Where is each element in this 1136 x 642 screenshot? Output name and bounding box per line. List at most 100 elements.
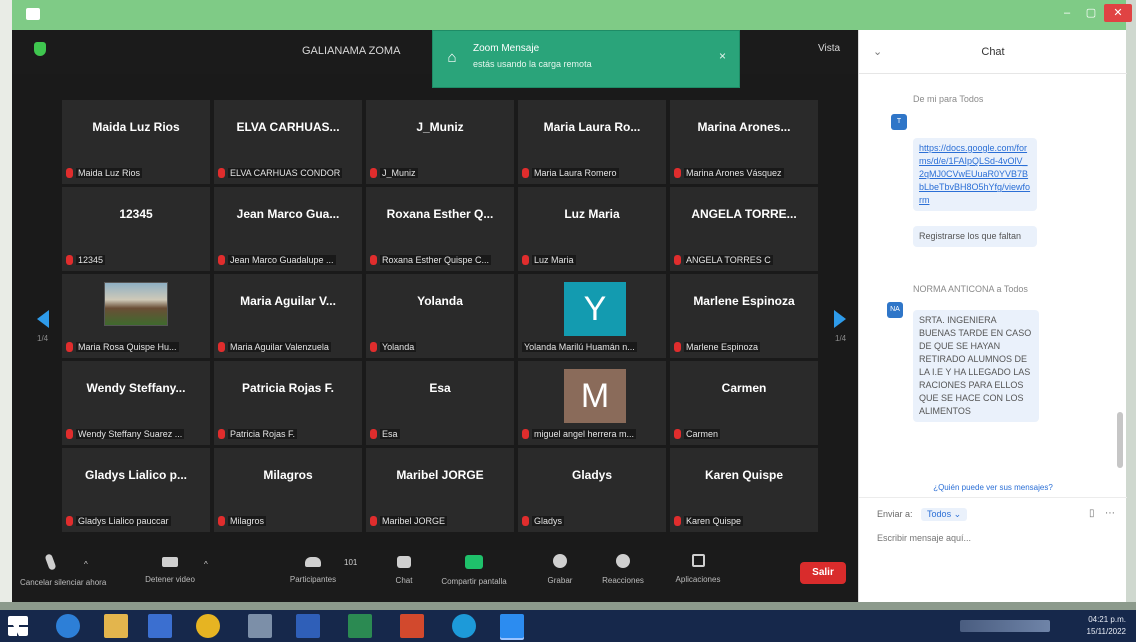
apps-button[interactable]: Aplicaciones — [666, 554, 730, 584]
participant-tile[interactable]: Mmiguel angel herrera m... — [518, 361, 666, 445]
participant-label: Maria Rosa Quispe Hu... — [76, 342, 179, 352]
participant-tile[interactable]: Yolanda Yolanda — [366, 274, 514, 358]
internet-explorer-icon[interactable] — [56, 614, 80, 638]
participant-display-name: Milagros — [263, 468, 313, 482]
mic-muted-icon — [66, 342, 73, 352]
video-options-chevron-icon[interactable]: ^ — [204, 560, 208, 569]
desktop-left-edge — [0, 0, 12, 610]
mic-muted-icon — [370, 255, 377, 265]
participant-tile[interactable]: Maribel JORGE Maribel JORGE — [366, 448, 514, 532]
who-can-see-link[interactable]: ¿Quién puede ver sus mensajes? — [859, 478, 1127, 498]
share-screen-button[interactable]: Compartir pantalla — [432, 554, 516, 586]
participant-label: Maribel JORGE — [380, 516, 448, 526]
record-label: Grabar — [547, 576, 573, 585]
participant-display-name: Marina Arones... — [697, 120, 791, 134]
participant-photo — [104, 282, 168, 326]
edge-icon[interactable] — [452, 614, 476, 638]
participant-tile[interactable]: Esa Esa — [366, 361, 514, 445]
chat-button[interactable]: Chat — [384, 554, 424, 585]
close-window-button[interactable]: ✕ — [1104, 4, 1132, 22]
system-tray-icons[interactable] — [960, 620, 1050, 632]
participant-tile[interactable]: ANGELA TORRE... ANGELA TORRES C — [670, 187, 818, 271]
reactions-button[interactable]: Reacciones — [592, 554, 654, 585]
participant-label: Wendy Steffany Suarez ... — [76, 429, 185, 439]
chat-message: SRTA. INGENIERA BUENAS TARDE EN CASO DE … — [913, 310, 1039, 423]
zoom-app-icon — [26, 8, 40, 20]
participant-footer: Maria Rosa Quispe Hu... — [66, 340, 206, 354]
participant-display-name: Carmen — [721, 381, 767, 395]
previous-page-arrow-icon[interactable] — [37, 310, 49, 328]
participant-tile[interactable]: Carmen Carmen — [670, 361, 818, 445]
mic-muted-icon — [522, 168, 529, 178]
participant-tile[interactable]: Wendy Steffany... Wendy Steffany Suarez .… — [62, 361, 210, 445]
participant-tile[interactable]: J_Muniz J_Muniz — [366, 100, 514, 184]
mic-muted-icon — [66, 516, 73, 526]
stop-video-button[interactable]: Detener video — [140, 554, 200, 584]
participant-tile[interactable]: Patricia Rojas F. Patricia Rojas F. — [214, 361, 362, 445]
participant-footer: ELVA CARHUAS CONDOR — [218, 166, 358, 180]
audio-options-chevron-icon[interactable]: ^ — [84, 560, 88, 569]
recipient-dropdown[interactable]: Todos ⌄ — [921, 508, 968, 521]
chat-scrollbar[interactable] — [1117, 412, 1123, 468]
file-explorer-icon[interactable] — [104, 614, 128, 638]
participant-footer: Marlene Espinoza — [674, 340, 814, 354]
participants-count-badge: 101 — [344, 558, 358, 567]
zoom-taskbar-icon[interactable] — [500, 614, 524, 638]
window-titlebar[interactable]: – ▢ ✕ — [12, 0, 1132, 30]
maximize-button[interactable]: ▢ — [1080, 4, 1102, 22]
participant-tile[interactable]: Maria Rosa Quispe Hu... — [62, 274, 210, 358]
mic-muted-icon — [66, 168, 73, 178]
clock-date: 15/11/2022 — [1086, 627, 1126, 636]
next-page-arrow-icon[interactable] — [834, 310, 846, 328]
view-button[interactable]: Vista — [818, 43, 840, 54]
excel-icon[interactable] — [348, 614, 372, 638]
minimize-button[interactable]: – — [1056, 4, 1078, 22]
mic-muted-icon — [218, 342, 225, 352]
participant-tile[interactable]: Marlene Espinoza Marlene Espinoza — [670, 274, 818, 358]
unmute-button[interactable]: Cancelar silenciar ahora — [20, 553, 106, 587]
notification-close-icon[interactable]: × — [719, 49, 726, 63]
participant-tile[interactable]: Marina Arones... Marina Arones Vásquez — [670, 100, 818, 184]
more-options-icon[interactable]: ⋯ — [1105, 508, 1115, 519]
desktop-right-edge — [1126, 0, 1136, 610]
participant-tile[interactable]: Maria Aguilar V... Maria Aguilar Valenzue… — [214, 274, 362, 358]
chat-link[interactable]: https://docs.google.com/forms/d/e/1FAIpQ… — [913, 138, 1037, 212]
participant-tile[interactable]: ELVA CARHUAS... ELVA CARHUAS CONDOR — [214, 100, 362, 184]
participant-label: Gladys Lialico pauccar — [76, 516, 171, 526]
participant-footer: Maribel JORGE — [370, 514, 510, 528]
record-button[interactable]: Grabar — [540, 554, 580, 585]
word-icon[interactable] — [296, 614, 320, 638]
notification-icon: ⌂ — [447, 49, 457, 66]
participant-label: Luz Maria — [532, 255, 576, 265]
participant-footer: Gladys — [522, 514, 662, 528]
participant-label: Maida Luz Rios — [76, 168, 143, 178]
participant-tile[interactable]: Roxana Esther Q... Roxana Esther Quispe C… — [366, 187, 514, 271]
chat-message-input[interactable] — [877, 528, 1113, 548]
mic-muted-icon — [218, 429, 225, 439]
notification-toast[interactable]: ⌂ Zoom Mensaje estás usando la carga rem… — [432, 30, 740, 88]
taskbar-clock[interactable]: 04:21 p.m. 15/11/2022 — [1070, 614, 1126, 638]
participant-tile[interactable]: Y Yolanda Marilú Huamán n... — [518, 274, 666, 358]
message-sender: De mi para Todos — [913, 94, 984, 104]
participant-tile[interactable]: Luz Maria Luz Maria — [518, 187, 666, 271]
chrome-icon[interactable] — [196, 614, 220, 638]
paint-icon[interactable] — [248, 614, 272, 638]
file-attach-icon[interactable]: ▯ — [1089, 508, 1095, 519]
participant-tile[interactable]: 12345 12345 — [62, 187, 210, 271]
powerpoint-icon[interactable] — [400, 614, 424, 638]
participant-tile[interactable]: Gladys Lialico p... Gladys Lialico paucca… — [62, 448, 210, 532]
participant-footer: 12345 — [66, 253, 206, 267]
participant-tile[interactable]: Maria Laura Ro... Maria Laura Romero — [518, 100, 666, 184]
participants-button[interactable]: Participantes — [286, 554, 340, 584]
leave-meeting-button[interactable]: Salir — [800, 562, 846, 584]
participant-tile[interactable]: Milagros Milagros — [214, 448, 362, 532]
windows-start-icon[interactable] — [8, 616, 28, 636]
participant-tile[interactable]: Maida Luz Rios Maida Luz Rios — [62, 100, 210, 184]
participant-tile[interactable]: Karen Quispe Karen Quispe — [670, 448, 818, 532]
mic-muted-icon — [522, 516, 529, 526]
store-icon[interactable] — [148, 614, 172, 638]
participant-tile[interactable]: Gladys Gladys — [518, 448, 666, 532]
reactions-label: Reacciones — [602, 576, 644, 585]
participant-tile[interactable]: Jean Marco Gua... Jean Marco Guadalupe ..… — [214, 187, 362, 271]
security-shield-icon[interactable] — [34, 42, 46, 56]
